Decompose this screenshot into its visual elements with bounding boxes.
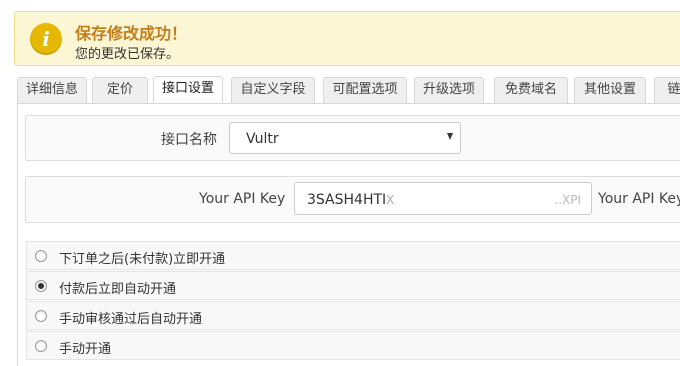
tab-links[interactable]: 链 [654, 77, 680, 103]
tab-module-settings[interactable]: 接口设置 [153, 76, 223, 104]
api-key-label: Your API Key [199, 191, 286, 207]
provision-option-label: 下订单之后(未付款)立即开通 [59, 252, 226, 267]
info-icon-glyph: i [42, 27, 50, 51]
success-banner: i 保存修改成功！ 您的更改已保存。 [14, 11, 680, 66]
provision-option-label: 手动开通 [59, 342, 112, 357]
tab-pricing[interactable]: 定价 [92, 77, 148, 103]
provision-option-on-order[interactable]: 下订单之后(未付款)立即开通 [26, 241, 680, 270]
info-icon: i [30, 23, 62, 55]
banner-title: 保存修改成功！ [75, 24, 188, 43]
provision-option-label: 手动审核通过后自动开通 [59, 312, 203, 327]
api-key-value: 3SASH4HTIXZI [307, 192, 406, 208]
module-select-value: Vultr [246, 131, 279, 147]
api-key-trailing-label: Your API Key [598, 191, 680, 207]
tab-details[interactable]: 详细信息 [17, 77, 87, 103]
api-key-redaction [395, 183, 545, 214]
tab-upgrades[interactable]: 升级选项 [414, 77, 484, 103]
tab-custom-fields[interactable]: 自定义字段 [231, 77, 315, 103]
provision-option-on-payment[interactable]: 付款后立即自动开通 [26, 271, 680, 300]
banner-subtitle: 您的更改已保存。 [75, 47, 180, 62]
radio-button[interactable] [35, 310, 47, 322]
api-key-input[interactable]: 3SASH4HTIXZI ..XPI [294, 182, 592, 215]
module-select[interactable]: Vultr [229, 122, 461, 154]
api-key-tail: ..XPI [554, 193, 581, 207]
radio-button-checked[interactable] [35, 280, 47, 292]
provision-option-on-approval[interactable]: 手动审核通过后自动开通 [26, 301, 680, 330]
provision-option-label: 付款后立即自动开通 [59, 282, 177, 297]
chevron-down-icon [447, 133, 453, 140]
module-label: 接口名称 [161, 132, 217, 148]
radio-button[interactable] [35, 340, 47, 352]
tab-free-domain[interactable]: 免费域名 [494, 77, 568, 103]
provision-option-manual[interactable]: 手动开通 [26, 331, 680, 360]
tab-configurable-options[interactable]: 可配置选项 [323, 77, 407, 103]
radio-button[interactable] [35, 250, 47, 262]
tab-other-settings[interactable]: 其他设置 [574, 77, 646, 103]
